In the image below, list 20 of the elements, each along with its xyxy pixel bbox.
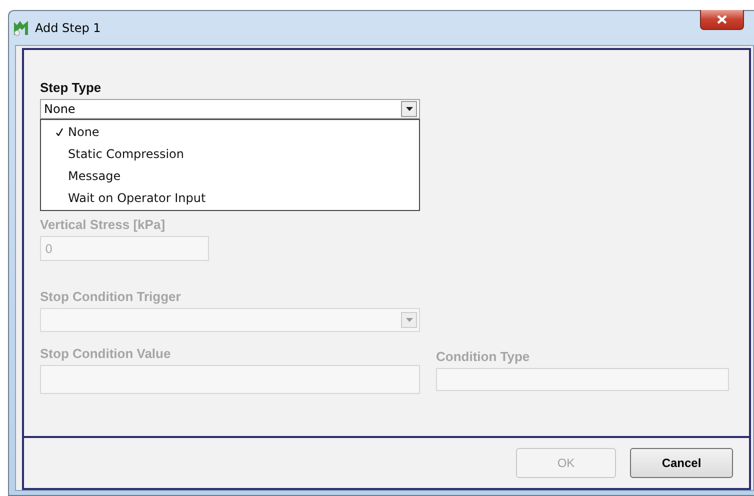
trigger-dropdown[interactable] xyxy=(40,308,420,332)
app-logo-icon xyxy=(13,20,29,36)
menu-item[interactable]: Static Compression xyxy=(41,143,419,165)
menu-item[interactable]: None xyxy=(41,121,419,143)
field-label: Stop Condition Value xyxy=(40,346,172,361)
field-label: Step Type xyxy=(40,80,102,95)
field-label: Condition Type xyxy=(436,349,531,364)
step-type-dropdown[interactable]: None xyxy=(40,99,420,119)
close-icon xyxy=(717,14,727,24)
condition-type-field[interactable] xyxy=(436,368,729,391)
dialog-button[interactable]: Cancel xyxy=(630,448,733,478)
field-label: Stop Condition Trigger xyxy=(40,289,182,304)
menu-item[interactable]: Wait on Operator Input xyxy=(41,187,419,209)
caret-icon xyxy=(406,318,412,322)
menu-item[interactable]: Message xyxy=(41,165,419,187)
caret-icon xyxy=(406,107,412,111)
field-label: Vertical Stress [kPa] xyxy=(40,217,166,232)
stop-condition-value-field[interactable] xyxy=(40,365,420,394)
window-title: Add Step 1 xyxy=(35,21,101,35)
close-button[interactable] xyxy=(700,10,744,30)
